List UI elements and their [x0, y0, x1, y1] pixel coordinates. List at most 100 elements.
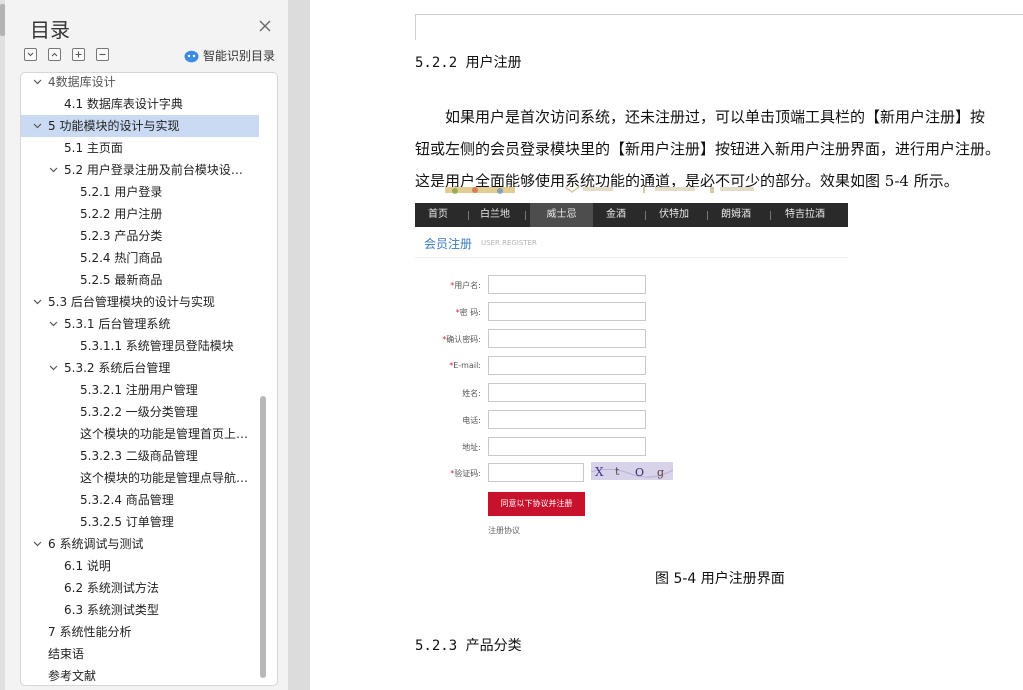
toc-item-label: 5.2.4 热门商品	[80, 251, 163, 265]
confirm-password-field[interactable]	[488, 329, 646, 348]
email-field[interactable]	[488, 356, 646, 375]
toc-item[interactable]: 5.3.2.2 一级分类管理	[21, 401, 277, 423]
toc-item[interactable]: 这个模块的功能是管理首页上的一级分类	[21, 423, 277, 445]
nav-item-home[interactable]: 首页	[415, 203, 461, 227]
panel-divider[interactable]	[288, 0, 310, 690]
chevron-down-icon[interactable]	[49, 167, 58, 173]
toc-item-label: 5.2.5 最新商品	[80, 273, 163, 287]
toc-item-label: 5.2 用户登录注册及前台模块设计与实现	[64, 163, 253, 177]
svg-text:g: g	[657, 466, 664, 479]
toc-item-label: 参考文献	[48, 669, 97, 683]
expand-all-icon[interactable]	[48, 48, 61, 61]
toc-item[interactable]: 5.3.2.1 注册用户管理	[21, 379, 277, 401]
toc-item-label: 5.3.1 后台管理系统	[64, 317, 171, 331]
toc-scroll-thumb[interactable]	[260, 396, 266, 678]
field-label-phone: 电话:	[462, 416, 481, 425]
username-field[interactable]	[488, 275, 646, 294]
svg-text:t: t	[615, 465, 620, 478]
next-section-heading: 5.2.3 产品分类	[415, 638, 522, 654]
toc-item-label: 5.3.2.1 注册用户管理	[80, 383, 198, 397]
chevron-down-icon[interactable]	[33, 541, 42, 547]
site-nav-bar: 首页 白兰地 威士忌 金酒 伏特加 朗姆酒 特吉拉酒	[415, 203, 848, 227]
toc-item-label: 7 系统性能分析	[48, 625, 132, 639]
toc-item[interactable]: 5.2.1 用户登录	[21, 181, 277, 203]
chevron-down-icon[interactable]	[49, 321, 58, 327]
nav-separator	[645, 211, 646, 220]
toc-item[interactable]: 5.3.1 后台管理系统	[21, 313, 277, 335]
nav-item-rum[interactable]: 朗姆酒	[711, 203, 761, 227]
chevron-down-icon[interactable]	[33, 79, 42, 85]
nav-item-gin[interactable]: 金酒	[595, 203, 637, 227]
figure-caption: 图 5-4 用户注册界面	[655, 571, 785, 587]
toc-item[interactable]: 6.3 系统测试类型	[21, 599, 277, 621]
left-edge-scrollbar[interactable]	[0, 0, 5, 690]
chevron-down-icon[interactable]	[33, 123, 42, 129]
remove-heading-icon[interactable]	[96, 48, 109, 61]
field-label-address: 地址:	[462, 443, 481, 452]
toc-item-label: 6.3 系统测试类型	[64, 603, 159, 617]
site-banner-image	[415, 187, 848, 203]
toc-item[interactable]: 5.2.4 热门商品	[21, 247, 277, 269]
password-field[interactable]	[488, 302, 646, 321]
nav-item-brandy[interactable]: 白兰地	[471, 203, 519, 227]
toc-item-label: 5.3 后台管理模块的设计与实现	[48, 295, 215, 309]
toc-item[interactable]: 5.2.2 用户注册	[21, 203, 277, 225]
address-field[interactable]	[488, 437, 646, 456]
toc-item-label: 结束语	[48, 647, 85, 661]
agree-and-register-button[interactable]: 同意以下协议并注册	[488, 492, 585, 516]
toc-item[interactable]: 这个模块的功能是管理点导航栏中的二级分类	[21, 467, 277, 489]
left-edge-scroll-thumb[interactable]	[0, 4, 5, 36]
nav-separator	[770, 211, 771, 220]
agreement-link[interactable]: 注册协议	[488, 525, 520, 536]
toc-item[interactable]: 6.1 说明	[21, 555, 277, 577]
toc-item[interactable]: 5.2 用户登录注册及前台模块设计与实现	[21, 159, 277, 181]
smart-recognition-button[interactable]: 智能识别目录	[203, 47, 275, 64]
toc-item[interactable]: 6 系统调试与测试	[21, 533, 277, 555]
toc-title: 目录	[30, 18, 70, 42]
nav-item-tequila[interactable]: 特吉拉酒	[775, 203, 835, 227]
phone-field[interactable]	[488, 410, 646, 429]
toc-item[interactable]: 参考文献	[21, 665, 277, 685]
toc-panel: 目录 智能识别目录 4数据库设计 4.1 数据库表设计字典 5 功能模块的设计与实现…	[0, 0, 288, 690]
add-heading-icon[interactable]	[72, 48, 85, 61]
register-divider	[415, 257, 848, 258]
chevron-down-icon[interactable]	[33, 299, 42, 305]
registration-screenshot-figure: 首页 白兰地 威士忌 金酒 伏特加 朗姆酒 特吉拉酒 会员注册 USER REG…	[415, 187, 848, 541]
toc-item[interactable]: 5.3 后台管理模块的设计与实现	[21, 291, 277, 313]
toc-item[interactable]: 5.3.2 系统后台管理	[21, 357, 277, 379]
toc-item[interactable]: 5.3.2.3 二级商品管理	[21, 445, 277, 467]
captcha-image[interactable]: X t O g	[590, 462, 674, 480]
captcha-field[interactable]	[488, 463, 584, 482]
smart-recognition-icon[interactable]	[184, 48, 199, 63]
toc-item[interactable]: 5.2.3 产品分类	[21, 225, 277, 247]
toc-item[interactable]: 6.2 系统测试方法	[21, 577, 277, 599]
toc-item[interactable]: 5.2.5 最新商品	[21, 269, 277, 291]
toc-list: 4数据库设计 4.1 数据库表设计字典 5 功能模块的设计与实现 5.1 主页面 5.2…	[21, 73, 277, 685]
toc-item[interactable]: 5.1 主页面	[21, 137, 277, 159]
toc-tree: 4数据库设计 4.1 数据库表设计字典 5 功能模块的设计与实现 5.1 主页面 5.2…	[20, 72, 278, 686]
toc-item-label: 6.1 说明	[64, 559, 111, 573]
toc-item[interactable]: 7 系统性能分析	[21, 621, 277, 643]
svg-text:X: X	[595, 465, 604, 479]
chevron-down-icon[interactable]	[49, 365, 58, 371]
field-label-username: *用户名:	[450, 281, 481, 290]
name-field[interactable]	[488, 383, 646, 402]
toc-item[interactable]: 5 功能模块的设计与实现	[21, 115, 259, 137]
nav-item-vodka[interactable]: 伏特加	[649, 203, 699, 227]
page-corner-mark	[415, 14, 416, 40]
toc-item[interactable]: 5.3.2.4 商品管理	[21, 489, 277, 511]
paragraph-line: 如果用户是首次访问系统，还未注册过，可以单击顶端工具栏的【新用户注册】按	[445, 108, 986, 126]
nav-item-whisky[interactable]: 威士忌	[530, 203, 593, 227]
paragraph-line: 钮或左侧的会员登录模块里的【新用户注册】按钮进入新用户注册界面，进行用户注册。	[415, 140, 1001, 158]
toc-item[interactable]: 5.3.1.1 系统管理员登陆模块	[21, 335, 277, 357]
nav-separator	[707, 211, 708, 220]
collapse-all-icon[interactable]	[24, 48, 37, 61]
toc-item[interactable]: 4数据库设计	[21, 73, 277, 93]
toc-item-label: 5.3.2.5 订单管理	[80, 515, 174, 529]
toc-item[interactable]: 4.1 数据库表设计字典	[21, 93, 277, 115]
toc-item[interactable]: 5.3.2.5 订单管理	[21, 511, 277, 533]
nav-separator	[468, 211, 469, 220]
toc-item[interactable]: 结束语	[21, 643, 277, 665]
toc-item-label: 5.3.1.1 系统管理员登陆模块	[80, 339, 234, 353]
close-icon[interactable]	[256, 17, 274, 35]
